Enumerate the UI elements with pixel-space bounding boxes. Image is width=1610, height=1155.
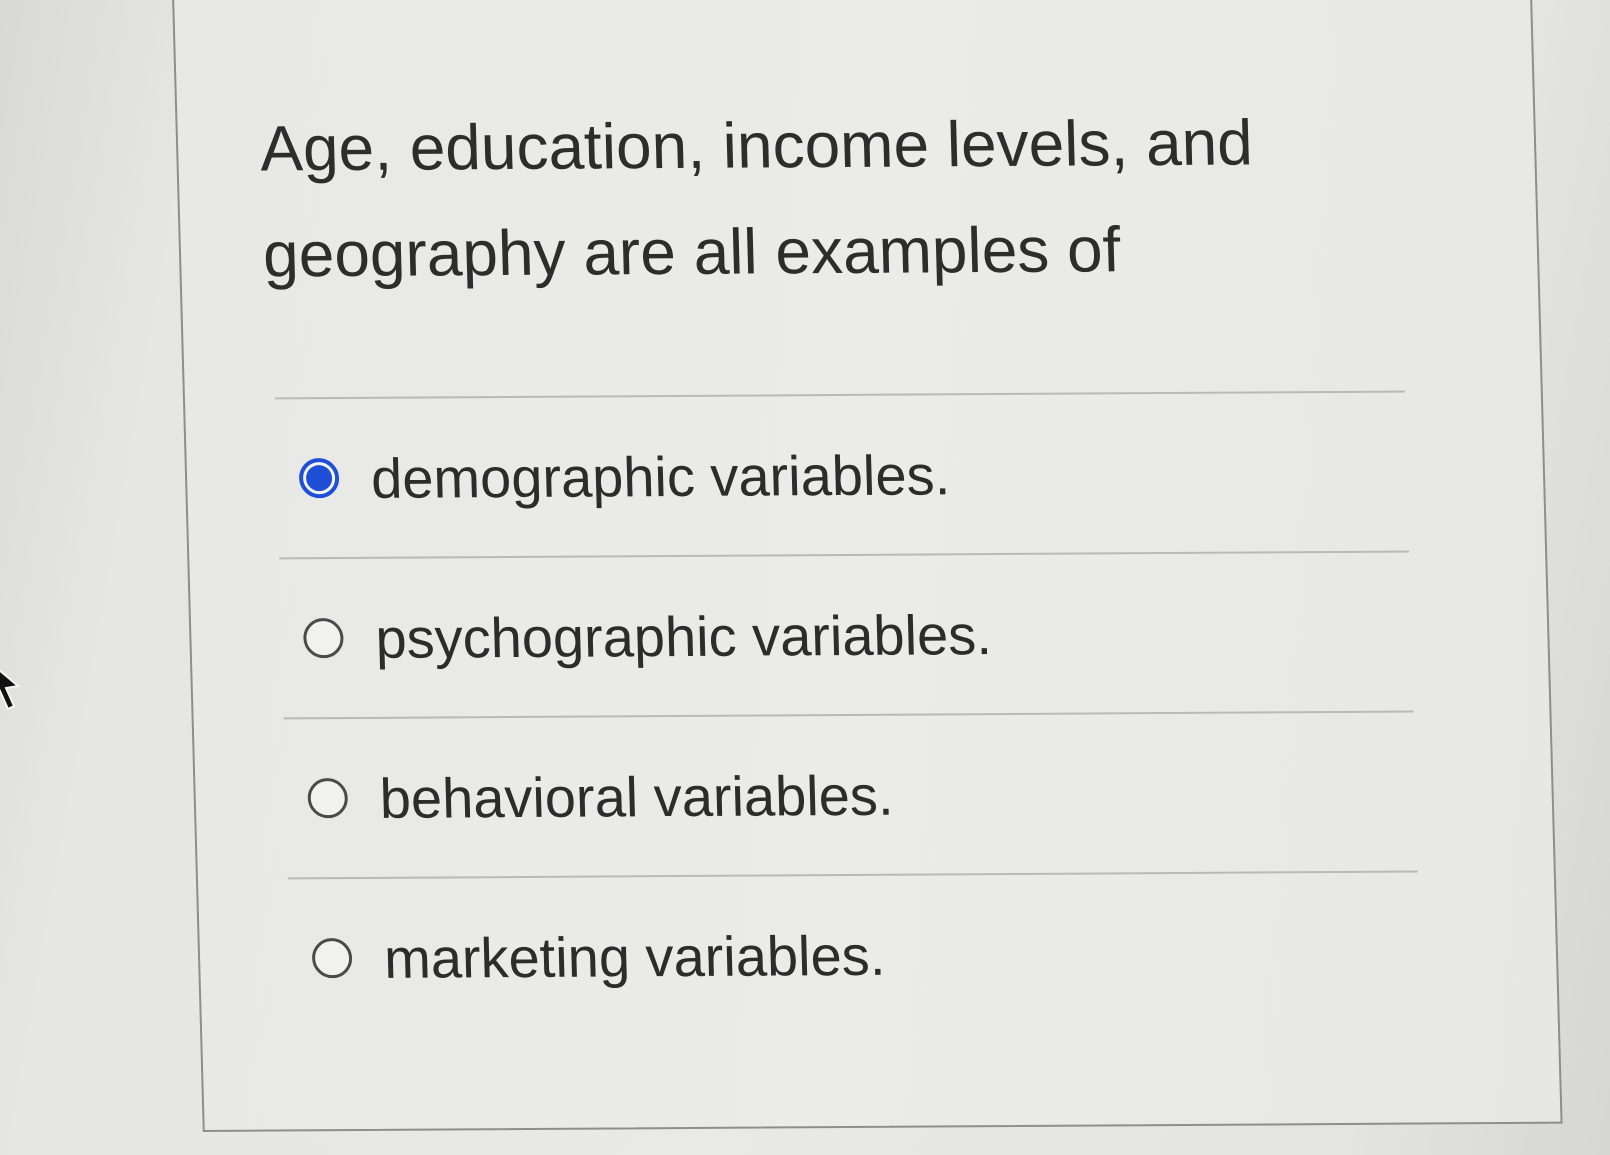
radio-unselected-icon[interactable] [302,618,344,659]
answer-label: demographic variables. [370,442,951,510]
answer-label: behavioral variables. [378,763,895,830]
radio-unselected-icon[interactable] [311,938,353,979]
answer-label: psychographic variables. [374,602,993,670]
question-card: Age, education, income levels, and geogr… [172,0,1563,1132]
radio-selected-icon[interactable] [298,458,340,499]
mouse-cursor-icon [0,669,21,711]
answer-list: demographic variables. psychographic var… [274,390,1422,1038]
question-text: Age, education, income levels, and geogr… [259,106,1254,291]
answer-option-marketing[interactable]: marketing variables. [288,873,1422,1038]
screen: Age, education, income levels, and geogr… [0,0,1610,1155]
answer-label: marketing variables. [383,923,886,990]
answer-option-psychographic[interactable]: psychographic variables. [279,553,1413,718]
answer-option-demographic[interactable]: demographic variables. [275,393,1409,558]
radio-dot-icon [305,465,333,492]
answer-option-behavioral[interactable]: behavioral variables. [284,713,1418,878]
radio-unselected-icon[interactable] [307,778,349,819]
